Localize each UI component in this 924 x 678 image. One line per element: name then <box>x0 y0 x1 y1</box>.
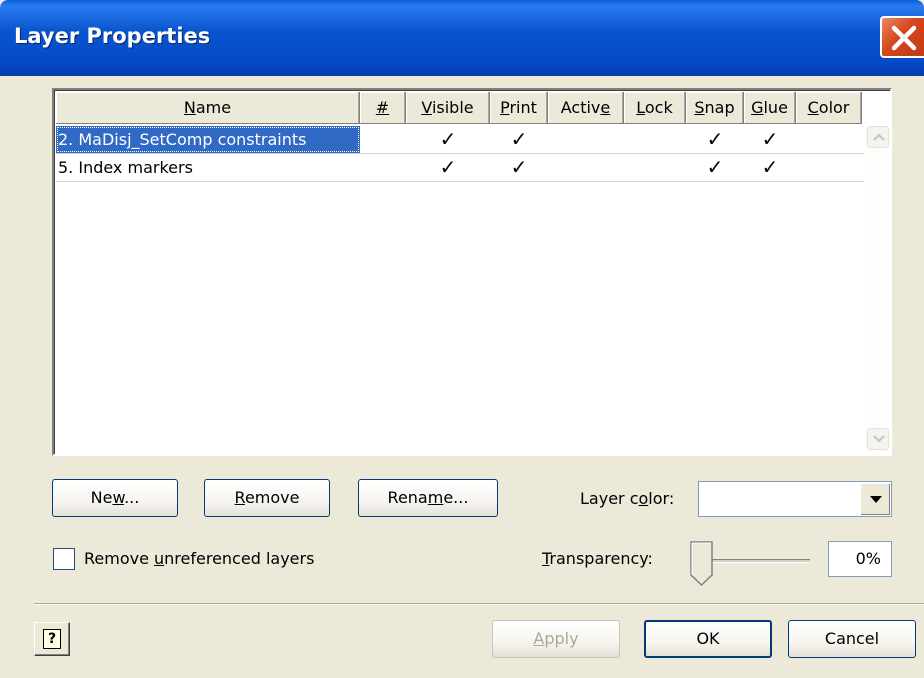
checkmark-icon: ✓ <box>510 155 528 179</box>
button-label: OK <box>696 629 720 648</box>
column-label: # <box>375 98 390 117</box>
remove-unreferenced-label[interactable]: Remove unreferenced layers <box>84 549 314 568</box>
transparency-slider-track[interactable] <box>700 559 810 563</box>
close-button[interactable] <box>880 16 924 58</box>
checkmark-icon: ✓ <box>761 127 779 151</box>
layer-name-cell[interactable]: 2. MaDisj_SetComp constraints <box>56 126 360 153</box>
remove-unreferenced-checkbox[interactable] <box>53 548 75 570</box>
help-button[interactable]: ? <box>34 622 70 656</box>
layer-number-cell <box>360 154 406 181</box>
button-label: Remove <box>234 488 300 507</box>
layer-print-cell[interactable]: ✓ <box>490 126 548 153</box>
chevron-up-icon <box>873 133 885 141</box>
column-label: Print <box>500 98 537 117</box>
button-label: Cancel <box>824 629 880 648</box>
transparency-label: Transparency: <box>542 549 653 568</box>
column-label: Glue <box>751 98 788 117</box>
cancel-button[interactable]: Cancel <box>788 620 916 658</box>
column-header-number[interactable]: # <box>360 92 406 124</box>
layer-lock-cell[interactable] <box>624 154 686 181</box>
column-header-name[interactable]: Name <box>56 92 360 124</box>
checkmark-icon: ✓ <box>439 155 457 179</box>
layer-active-cell[interactable] <box>548 126 624 153</box>
vertical-scrollbar[interactable] <box>866 126 890 452</box>
apply-button[interactable]: Apply <box>492 620 620 658</box>
layer-active-cell[interactable] <box>548 154 624 181</box>
scroll-up-button[interactable] <box>867 126 889 148</box>
close-icon <box>891 25 917 51</box>
table-row[interactable]: 5. Index markers ✓ ✓ ✓ ✓ <box>56 154 864 182</box>
layer-snap-cell[interactable]: ✓ <box>686 154 744 181</box>
transparency-slider-thumb[interactable] <box>690 541 714 587</box>
layer-print-cell[interactable]: ✓ <box>490 154 548 181</box>
column-header-print[interactable]: Print <box>490 92 548 124</box>
button-label: Apply <box>533 629 579 648</box>
new-layer-button[interactable]: New... <box>52 479 178 517</box>
layer-snap-cell[interactable]: ✓ <box>686 126 744 153</box>
layers-table[interactable]: Name # Visible Print Active Lock Snap Gl… <box>52 88 892 456</box>
scroll-down-button[interactable] <box>867 428 889 450</box>
transparency-value: 0% <box>855 549 881 568</box>
column-header-glue[interactable]: Glue <box>744 92 796 124</box>
column-header-color[interactable]: Color <box>796 92 862 124</box>
button-label: New... <box>90 488 140 507</box>
layer-visible-cell[interactable]: ✓ <box>406 126 490 153</box>
layer-color-dropdown[interactable] <box>698 481 892 517</box>
transparency-value-field[interactable]: 0% <box>828 541 892 577</box>
help-icon: ? <box>43 629 61 649</box>
layer-visible-cell[interactable]: ✓ <box>406 154 490 181</box>
title-bar[interactable]: Layer Properties <box>0 0 924 76</box>
chevron-down-icon <box>870 496 882 503</box>
column-label: Snap <box>694 98 735 117</box>
column-label: Color <box>807 98 850 117</box>
column-label: Active <box>560 98 611 117</box>
ok-button[interactable]: OK <box>644 620 772 658</box>
column-label: Lock <box>636 98 673 117</box>
button-label: Rename... <box>387 488 469 507</box>
layer-number-cell <box>360 126 406 153</box>
column-header-snap[interactable]: Snap <box>686 92 744 124</box>
checkmark-icon: ✓ <box>706 127 724 151</box>
layer-color-cell[interactable] <box>796 154 862 181</box>
window-title: Layer Properties <box>14 24 211 48</box>
layer-glue-cell[interactable]: ✓ <box>744 126 796 153</box>
column-header-active[interactable]: Active <box>548 92 624 124</box>
layer-name-cell[interactable]: 5. Index markers <box>56 154 360 181</box>
separator <box>34 603 924 605</box>
column-label: Visible <box>421 98 474 117</box>
rename-layer-button[interactable]: Rename... <box>358 479 498 517</box>
table-row[interactable]: 2. MaDisj_SetComp constraints ✓ ✓ ✓ ✓ <box>56 126 864 154</box>
layer-color-cell[interactable] <box>796 126 862 153</box>
column-header-lock[interactable]: Lock <box>624 92 686 124</box>
layer-color-label: Layer color: <box>580 489 675 508</box>
column-header-visible[interactable]: Visible <box>406 92 490 124</box>
checkmark-icon: ✓ <box>510 127 528 151</box>
checkmark-icon: ✓ <box>761 155 779 179</box>
checkmark-icon: ✓ <box>439 127 457 151</box>
remove-layer-button[interactable]: Remove <box>204 479 330 517</box>
layer-glue-cell[interactable]: ✓ <box>744 154 796 181</box>
chevron-down-icon <box>873 435 885 443</box>
layer-color-dropdown-button[interactable] <box>860 483 890 515</box>
layer-lock-cell[interactable] <box>624 126 686 153</box>
column-label: Name <box>183 98 232 117</box>
checkmark-icon: ✓ <box>706 155 724 179</box>
